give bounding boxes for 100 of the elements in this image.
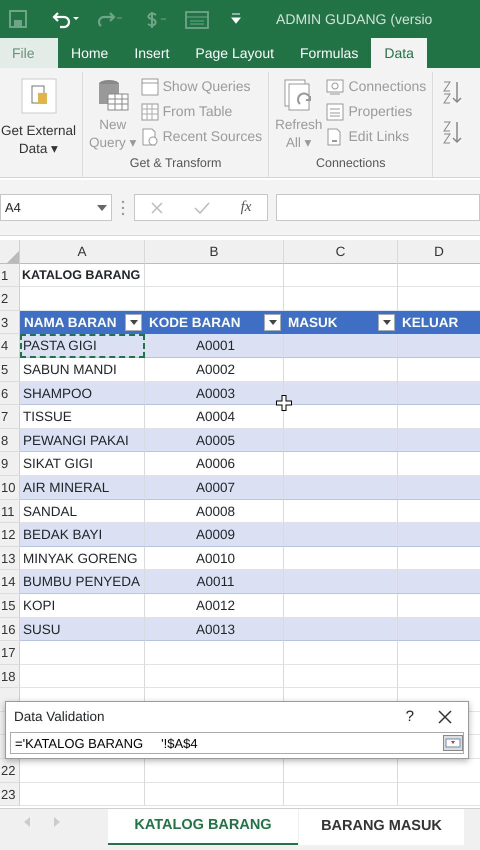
sheet-tab[interactable]: KATALOG BARANG: [108, 809, 298, 845]
scroll-left-icon[interactable]: [24, 817, 30, 827]
table-cell[interactable]: [20, 664, 145, 688]
table-cell[interactable]: [20, 782, 145, 806]
row-header[interactable]: 18: [0, 664, 20, 688]
table-cell[interactable]: BUMBU PENYEDA: [20, 570, 145, 594]
table-cell[interactable]: [145, 264, 284, 288]
sheet-tab[interactable]: BARANG MASUK: [299, 809, 464, 845]
undo-icon[interactable]: [52, 9, 80, 29]
row-header[interactable]: 8: [0, 428, 20, 452]
row-header[interactable]: 5: [0, 358, 20, 382]
table-title[interactable]: KATALOG BARANG: [20, 264, 145, 288]
table-cell[interactable]: [284, 334, 398, 358]
row-header[interactable]: 14: [0, 570, 20, 594]
filter-button[interactable]: [378, 314, 395, 331]
table-cell[interactable]: BEDAK BAYI: [20, 523, 145, 547]
filter-button[interactable]: [264, 314, 281, 331]
column-heading: NAMA BARAN: [23, 314, 116, 332]
table-cell[interactable]: [284, 641, 398, 665]
table-cell[interactable]: A0009: [145, 523, 284, 547]
row-header[interactable]: 12: [0, 523, 20, 547]
table-cell[interactable]: A0007: [145, 476, 284, 500]
ribbon-tab[interactable]: Home: [58, 38, 122, 68]
clipboard-icon: [20, 78, 57, 114]
table-cell[interactable]: [145, 664, 284, 688]
table-cell[interactable]: [284, 428, 398, 452]
header-cell[interactable]: KODE BARAN: [145, 310, 284, 334]
table-cell[interactable]: [145, 641, 284, 665]
table-cell[interactable]: SHAMPOO: [20, 382, 145, 406]
table-cell[interactable]: A0011: [145, 570, 284, 594]
grip-icon: [120, 198, 126, 216]
row-header[interactable]: 9: [0, 452, 20, 476]
table-cell[interactable]: [284, 382, 398, 406]
filter-button[interactable]: [125, 314, 142, 331]
group-label: Connections: [314, 155, 386, 172]
table-cell[interactable]: PASTA GIGI: [20, 334, 145, 358]
name-box[interactable]: A4: [0, 194, 112, 221]
row-header[interactable]: 1: [0, 264, 20, 288]
table-cell[interactable]: [284, 476, 398, 500]
table-cell[interactable]: A0003: [145, 382, 284, 406]
table-cell[interactable]: [145, 782, 284, 806]
dialog-title: Data Validation: [14, 708, 106, 726]
table-cell[interactable]: [284, 618, 398, 642]
row-header[interactable]: 4: [0, 334, 20, 358]
scroll-right-icon[interactable]: [54, 817, 60, 827]
column-header[interactable]: B: [145, 240, 284, 264]
table-cell[interactable]: [284, 523, 398, 547]
table-cell[interactable]: [284, 570, 398, 594]
row-header[interactable]: 11: [0, 500, 20, 524]
row-header[interactable]: 10: [0, 476, 20, 500]
row-header[interactable]: 13: [0, 546, 20, 570]
row-header[interactable]: 6: [0, 382, 20, 406]
help-button[interactable]: ?: [406, 706, 414, 728]
table-cell[interactable]: [284, 664, 398, 688]
insert-function-button[interactable]: fx: [240, 196, 252, 219]
table-cell[interactable]: [398, 382, 480, 406]
row-header[interactable]: 17: [0, 641, 20, 665]
row-header[interactable]: 16: [0, 618, 20, 642]
row-header[interactable]: 2: [0, 287, 20, 311]
column-heading: KODE BARAN: [148, 314, 241, 332]
table-cell[interactable]: [398, 523, 480, 547]
table-cell[interactable]: PEWANGI PAKAI: [20, 428, 145, 452]
header-cell[interactable]: NAMA BARAN: [20, 310, 145, 334]
table-cell[interactable]: [284, 264, 398, 288]
ribbon-tab[interactable]: Data: [371, 38, 427, 68]
table-cell[interactable]: A0005: [145, 428, 284, 452]
header-cell[interactable]: MASUK: [284, 310, 398, 334]
table-cell[interactable]: [284, 782, 398, 806]
table-cell[interactable]: SUSU: [20, 618, 145, 642]
table-cell[interactable]: A0013: [145, 618, 284, 642]
table-cell[interactable]: [20, 641, 145, 665]
table-cell[interactable]: [398, 618, 480, 642]
table-cell[interactable]: [398, 570, 480, 594]
column-header[interactable]: A: [20, 240, 145, 264]
table-cell[interactable]: [398, 476, 480, 500]
column-header[interactable]: D: [398, 240, 480, 264]
monitor-icon: [326, 78, 344, 96]
row-header[interactable]: 23: [0, 782, 20, 806]
column-header[interactable]: C: [284, 240, 398, 264]
row-header[interactable]: 3: [0, 310, 20, 334]
table-cell[interactable]: AIR MINERAL: [20, 476, 145, 500]
dropdown-icon[interactable]: [97, 204, 107, 210]
formula-input[interactable]: [276, 194, 480, 221]
ribbon-tab[interactable]: Formulas: [287, 38, 372, 68]
ribbon-tab[interactable]: Page Layout: [182, 38, 287, 68]
cancel-icon[interactable]: [150, 202, 163, 214]
table-cell[interactable]: A0001: [145, 334, 284, 358]
sort-descending-icon[interactable]: [441, 120, 464, 144]
header-cell[interactable]: KELUAR: [398, 310, 480, 334]
expand-dialog-icon[interactable]: [443, 735, 463, 751]
get-external-data-button[interactable]: Get External Data ▾: [1, 72, 76, 158]
row-header[interactable]: 22: [0, 759, 20, 783]
ribbon-tab[interactable]: Insert: [121, 38, 182, 68]
close-button[interactable]: [438, 710, 452, 724]
row-header[interactable]: 7: [0, 405, 20, 429]
sort-ascending-icon[interactable]: [441, 80, 464, 104]
check-icon[interactable]: [194, 202, 210, 214]
table-cell[interactable]: [398, 334, 480, 358]
row-header[interactable]: 15: [0, 594, 20, 618]
table-cell[interactable]: [398, 428, 480, 452]
